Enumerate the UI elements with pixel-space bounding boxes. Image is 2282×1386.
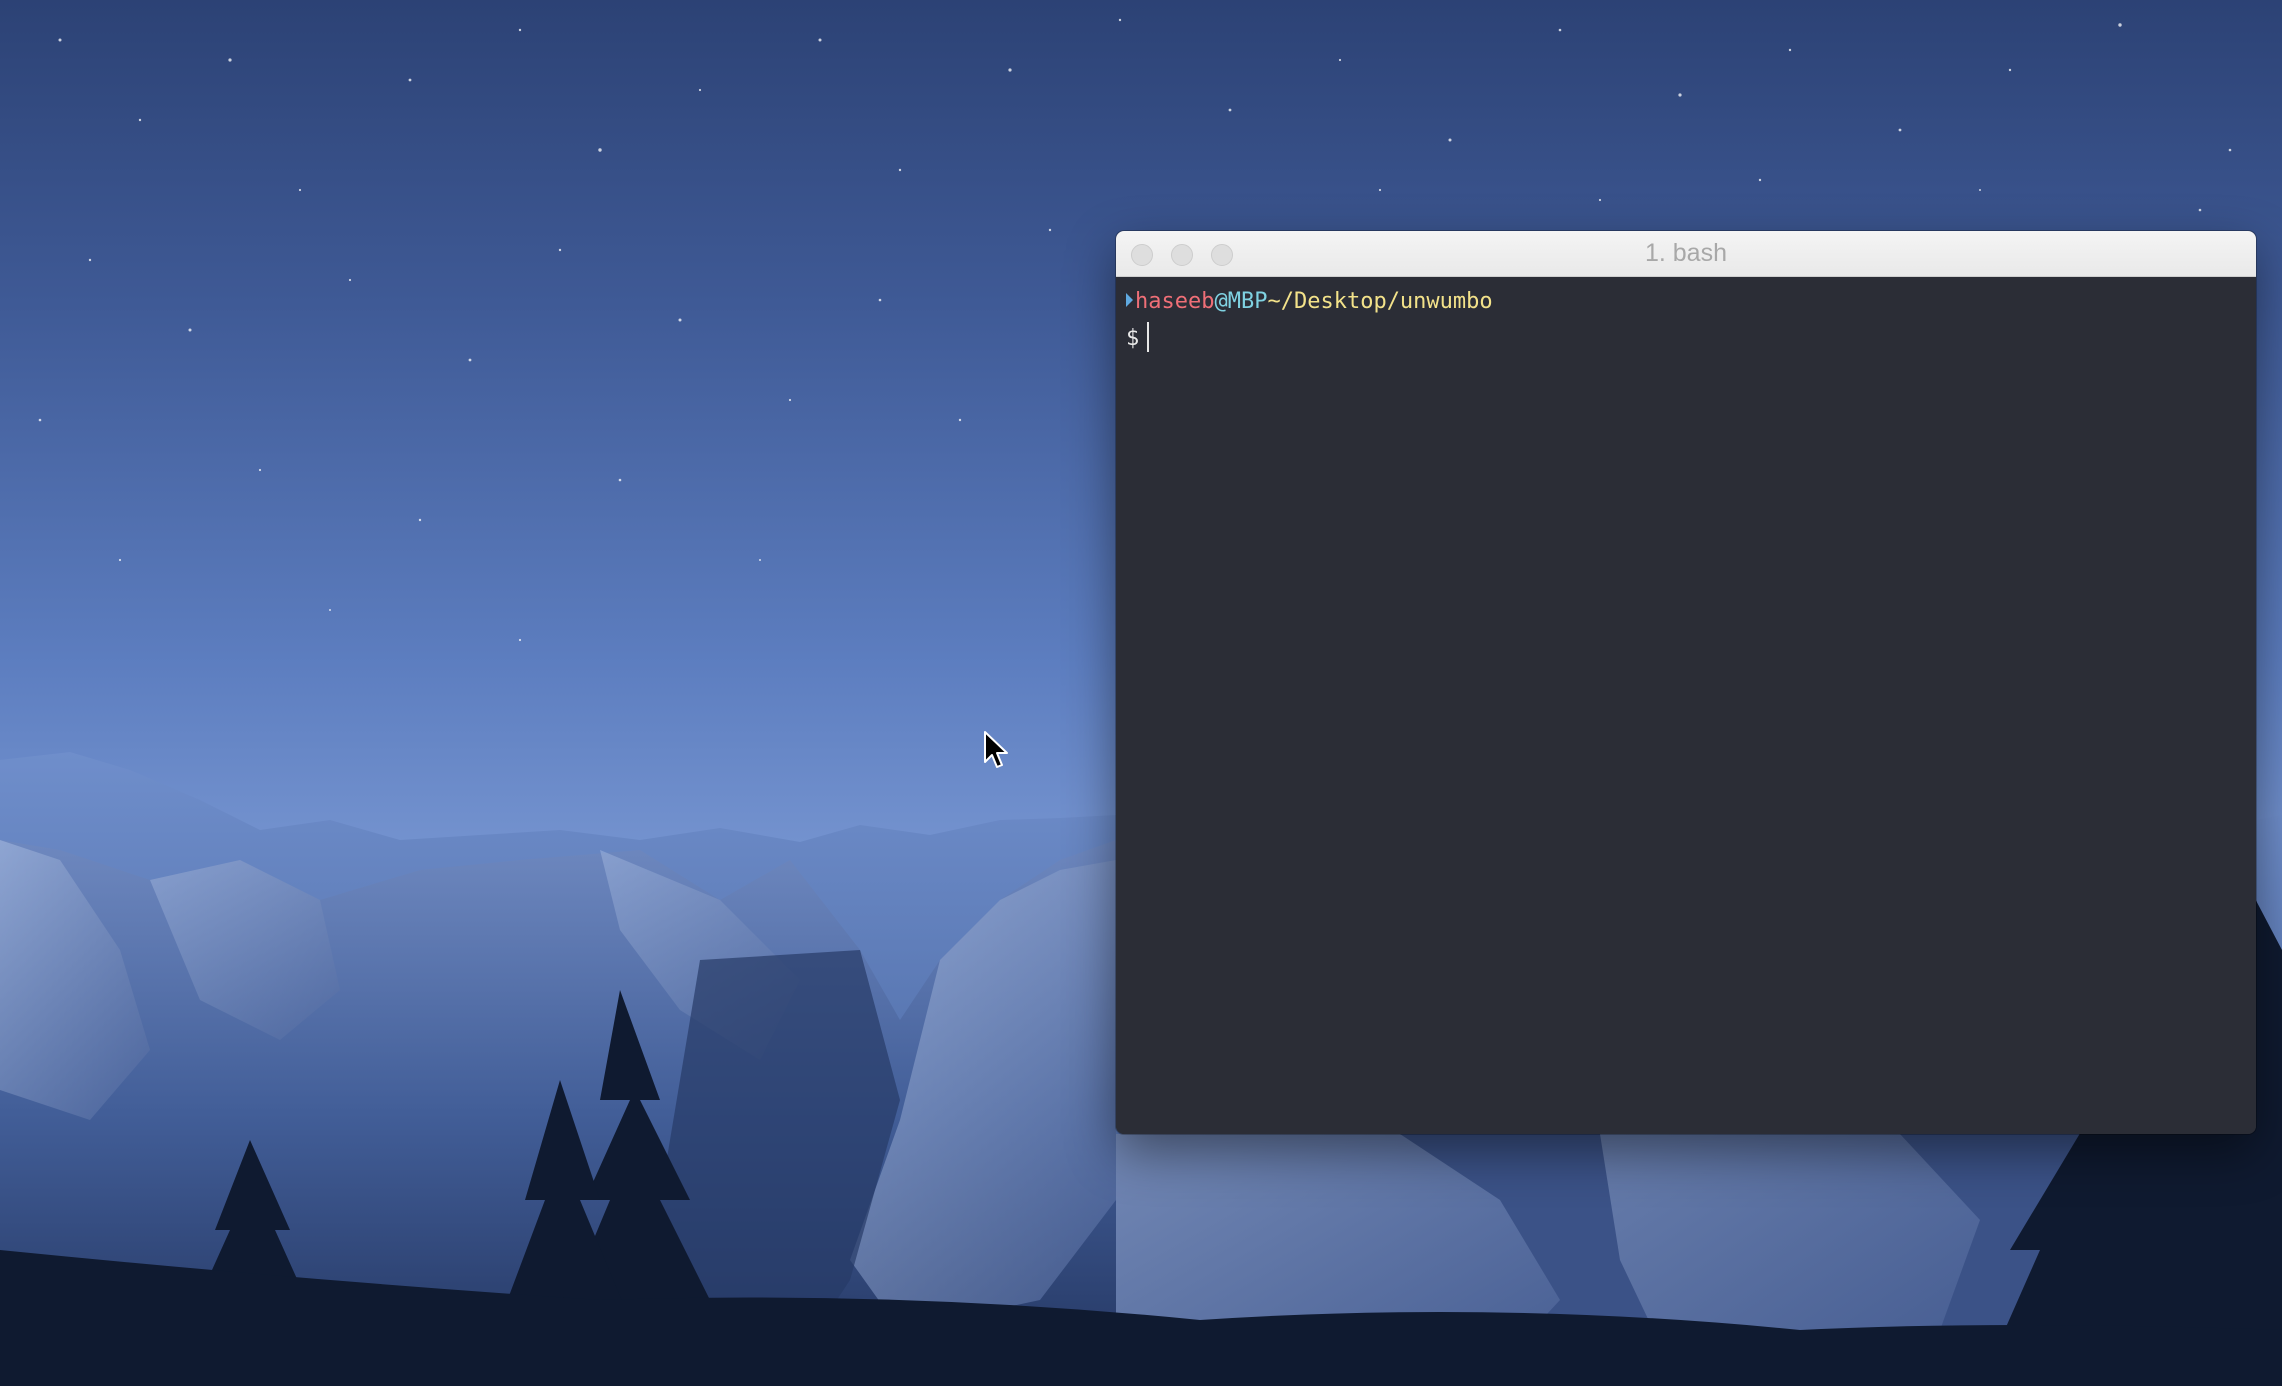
mouse-pointer-icon xyxy=(984,731,1008,768)
desktop[interactable]: 1. bash haseeb@MBP~/Desktop/unwumbo $ xyxy=(0,0,2282,1386)
prompt-line: haseeb@MBP~/Desktop/unwumbo xyxy=(1126,288,1493,316)
window-title: 1. bash xyxy=(1644,239,1727,267)
prompt-host: MBP xyxy=(1227,289,1268,314)
prompt-path: ~/Desktop/unwumbo xyxy=(1267,289,1493,314)
title-bar[interactable]: 1. bash xyxy=(1116,231,2256,277)
prompt-separator: @ xyxy=(1214,289,1228,314)
input-symbol: $ xyxy=(1126,326,1140,351)
prompt-user: haseeb xyxy=(1135,289,1215,314)
command-input-line[interactable]: $ xyxy=(1126,322,1150,353)
text-cursor xyxy=(1147,322,1150,352)
terminal-window[interactable]: 1. bash haseeb@MBP~/Desktop/unwumbo $ xyxy=(1116,231,2256,1134)
prompt-marker-icon xyxy=(1126,293,1133,307)
terminal-body[interactable]: haseeb@MBP~/Desktop/unwumbo $ xyxy=(1116,277,2256,1134)
